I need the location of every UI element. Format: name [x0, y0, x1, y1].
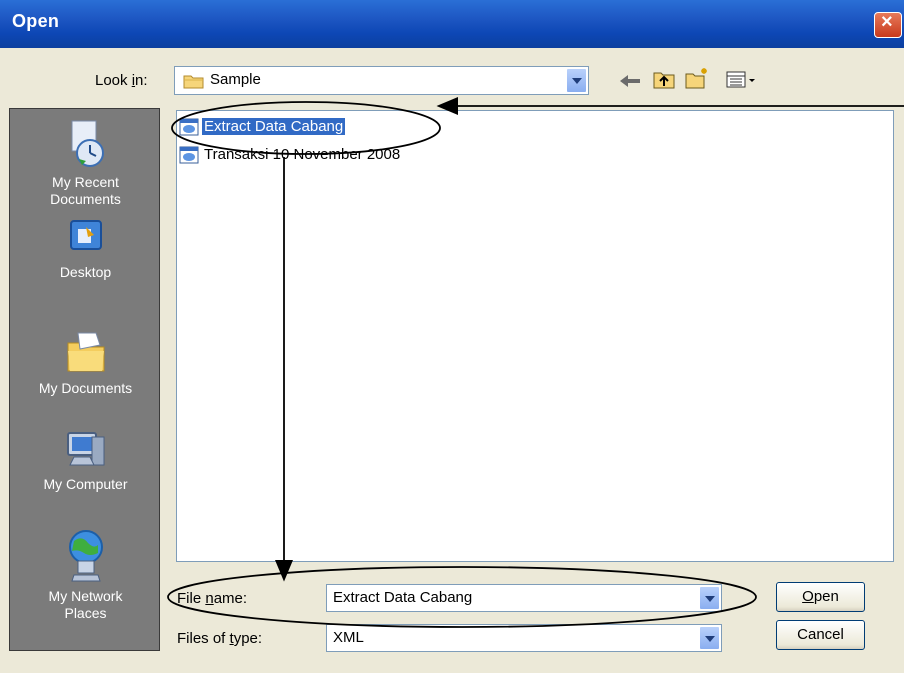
- file-list[interactable]: Extract Data Cabang Transaksi 10 Novembe…: [176, 110, 894, 562]
- list-item[interactable]: Transaksi 10 November 2008: [179, 145, 402, 165]
- places-bar: My Recent Documents Desktop My Documents: [9, 108, 160, 651]
- xml-file-icon: [179, 118, 199, 136]
- file-type-combobox[interactable]: XML: [326, 624, 722, 652]
- my-computer-icon: [66, 432, 104, 466]
- file-type-label: Files of type:: [177, 630, 263, 647]
- file-name: Transaksi 10 November 2008: [204, 146, 401, 164]
- file-name-value: Extract Data Cabang: [333, 589, 473, 606]
- network-places-icon: [68, 530, 103, 582]
- place-label: My Computer: [43, 476, 128, 492]
- folder-icon: [183, 75, 204, 89]
- cancel-button[interactable]: Cancel: [776, 620, 865, 650]
- open-dialog: Open × Look in: Sample My Recent Documen…: [0, 0, 904, 673]
- up-folder-icon[interactable]: [652, 68, 676, 90]
- place-my-network-places[interactable]: My Network Places: [10, 527, 161, 622]
- close-button[interactable]: ×: [874, 11, 902, 38]
- look-in-dropdown-button[interactable]: [566, 68, 587, 93]
- my-documents-icon: [67, 332, 104, 372]
- place-label: My Documents: [38, 380, 133, 396]
- recent-documents-icon: [71, 120, 104, 167]
- title-bar[interactable]: Open ×: [0, 0, 904, 48]
- place-my-documents[interactable]: My Documents: [10, 327, 161, 397]
- file-type-value: XML: [333, 629, 364, 646]
- place-label: My Recent Documents: [50, 174, 121, 207]
- new-folder-icon[interactable]: [684, 66, 710, 90]
- file-name: Extract Data Cabang: [202, 118, 346, 136]
- place-my-computer[interactable]: My Computer: [10, 427, 161, 493]
- desktop-icon: [69, 220, 102, 250]
- list-item[interactable]: Extract Data Cabang: [179, 117, 346, 137]
- file-name-combobox[interactable]: Extract Data Cabang: [326, 584, 722, 612]
- look-in-label: Look in:: [95, 72, 148, 89]
- xml-file-icon: [179, 146, 199, 164]
- look-in-value: Sample: [210, 71, 261, 88]
- open-button[interactable]: Open: [776, 582, 865, 612]
- place-label: My Network Places: [48, 588, 123, 621]
- place-desktop[interactable]: Desktop: [10, 217, 161, 281]
- back-arrow-icon[interactable]: [618, 72, 642, 90]
- look-in-combobox[interactable]: Sample: [174, 66, 589, 95]
- file-type-dropdown-button[interactable]: [699, 626, 720, 650]
- dialog-title: Open: [12, 11, 60, 31]
- views-menu-icon[interactable]: [726, 70, 758, 90]
- file-name-dropdown-button[interactable]: [699, 586, 720, 610]
- close-icon: ×: [881, 11, 893, 33]
- place-label: Desktop: [59, 264, 112, 280]
- place-my-recent-documents[interactable]: My Recent Documents: [10, 117, 161, 208]
- file-name-label: File name:: [177, 590, 248, 607]
